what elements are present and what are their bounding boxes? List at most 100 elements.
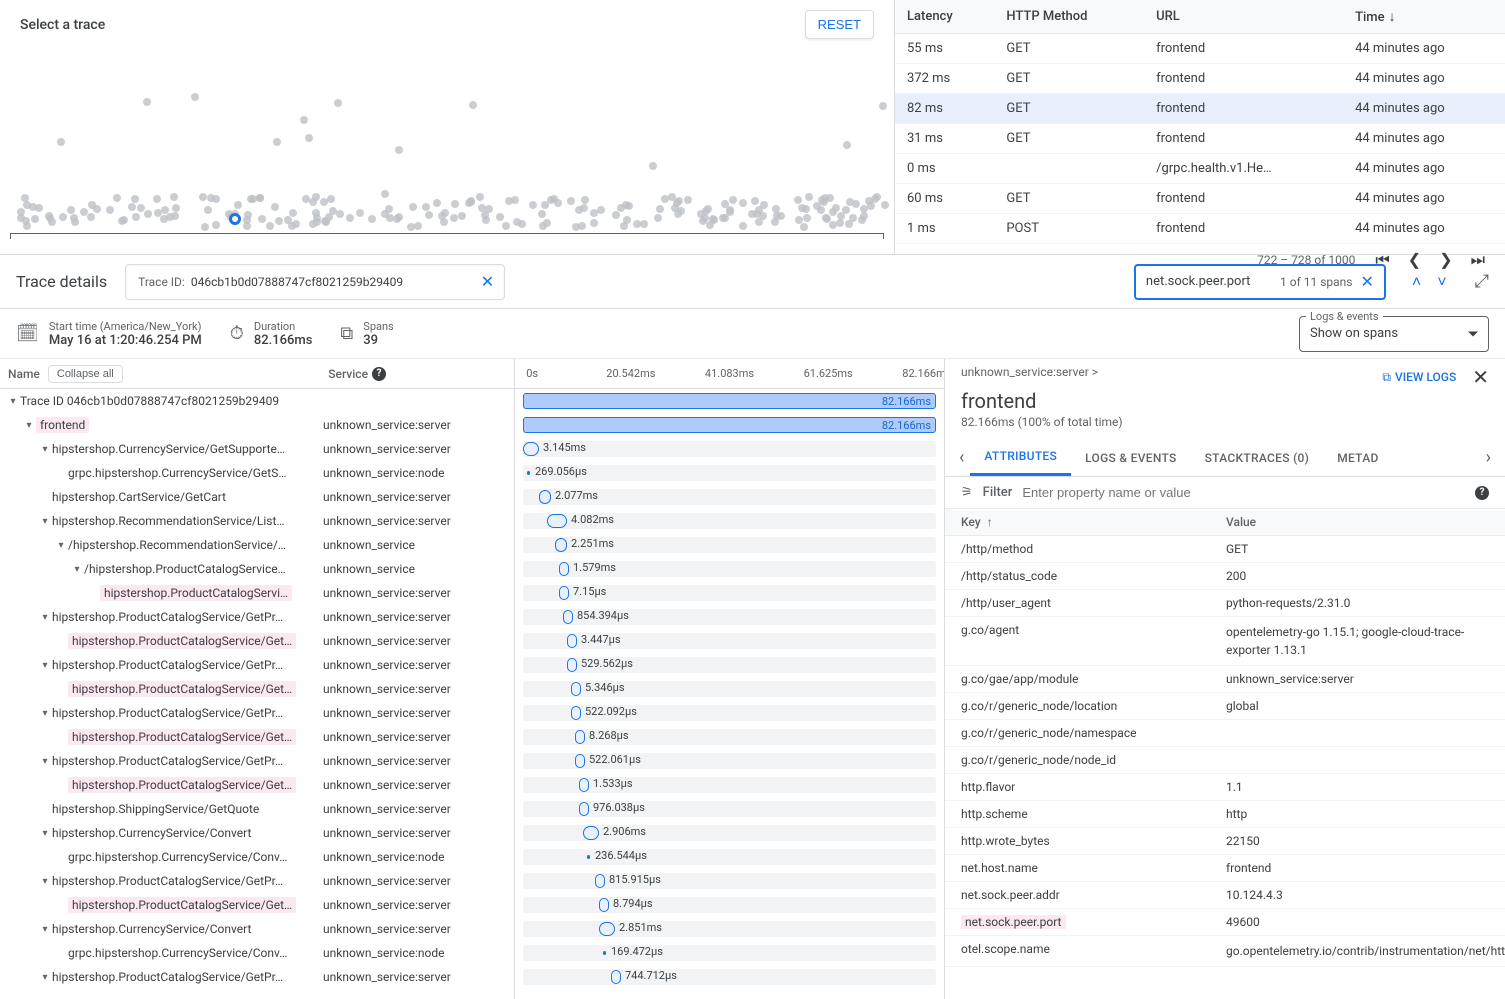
scatter-point[interactable]: [334, 99, 342, 107]
scatter-point[interactable]: [425, 211, 433, 219]
scatter-point[interactable]: [160, 215, 168, 223]
scatter-point[interactable]: [469, 101, 477, 109]
span-row[interactable]: ▾hipstershop.RecommendationService/List……: [0, 509, 514, 533]
scatter-point[interactable]: [234, 201, 242, 209]
scatter-point[interactable]: [881, 201, 889, 209]
waterfall-row[interactable]: 2.077ms: [515, 485, 944, 509]
scatter-point[interactable]: [132, 213, 140, 221]
col-method[interactable]: HTTP Method: [994, 0, 1144, 34]
scatter-point[interactable]: [458, 212, 466, 220]
waterfall-row[interactable]: 8.268µs: [515, 725, 944, 749]
scatter-point[interactable]: [541, 201, 549, 209]
span-row[interactable]: hipstershop.ProductCatalogService/Get…un…: [0, 629, 514, 653]
tabs-next-icon[interactable]: ›: [1480, 447, 1497, 468]
scatter-point[interactable]: [422, 203, 430, 211]
waterfall-row[interactable]: 82.166ms: [515, 413, 944, 437]
span-row[interactable]: hipstershop.ProductCatalogService/Get…un…: [0, 725, 514, 749]
span-row[interactable]: grpc.hipstershop.CurrencyService/Conv…un…: [0, 941, 514, 965]
scatter-point[interactable]: [204, 206, 212, 214]
span-row[interactable]: hipstershop.ProductCatalogService/Get…un…: [0, 773, 514, 797]
waterfall-row[interactable]: 522.092µs: [515, 701, 944, 725]
waterfall-row[interactable]: 976.038µs: [515, 797, 944, 821]
scatter-point[interactable]: [581, 196, 589, 204]
logs-events-select[interactable]: Logs & events Show on spans: [1299, 316, 1489, 352]
scatter-point[interactable]: [684, 196, 692, 204]
tab-stacktraces[interactable]: STACKTRACES (0): [1191, 441, 1324, 475]
scatter-point[interactable]: [266, 222, 274, 230]
scatter-point[interactable]: [368, 215, 376, 223]
scatter-point[interactable]: [465, 199, 473, 207]
scatter-point[interactable]: [381, 190, 389, 198]
scatter-point[interactable]: [751, 197, 759, 205]
span-row[interactable]: ▾hipstershop.ProductCatalogService/GetPr…: [0, 701, 514, 725]
table-row[interactable]: 31 msGETfrontend44 minutes ago: [895, 124, 1505, 154]
span-row[interactable]: hipstershop.ProductCatalogService/Get…un…: [0, 677, 514, 701]
scatter-point[interactable]: [346, 214, 354, 222]
trace-id-input[interactable]: Trace ID: 046cb1b0d07888747cf8021259b294…: [125, 264, 505, 300]
span-row[interactable]: hipstershop.ProductCatalogService/Get…un…: [0, 893, 514, 917]
scatter-point[interactable]: [320, 198, 328, 206]
expand-caret-icon[interactable]: ▾: [38, 612, 52, 623]
span-row[interactable]: ▾/hipstershop.RecommendationService/…unk…: [0, 533, 514, 557]
scatter-point[interactable]: [143, 98, 151, 106]
scatter-point[interactable]: [496, 213, 504, 221]
scatter-point[interactable]: [590, 219, 598, 227]
expand-caret-icon[interactable]: ▾: [38, 660, 52, 671]
view-logs-link[interactable]: ⧉VIEW LOGS: [1382, 370, 1456, 385]
span-row[interactable]: ▾hipstershop.CurrencyService/Convertunkn…: [0, 821, 514, 845]
scatter-point[interactable]: [739, 199, 747, 207]
scatter-point[interactable]: [805, 193, 813, 201]
clear-search-icon[interactable]: ✕: [1359, 272, 1376, 291]
scatter-point[interactable]: [843, 141, 851, 149]
scatter-point[interactable]: [395, 213, 403, 221]
span-row[interactable]: ▾hipstershop.ProductCatalogService/GetPr…: [0, 749, 514, 773]
waterfall-row[interactable]: 2.251ms: [515, 533, 944, 557]
scatter-point[interactable]: [93, 205, 101, 213]
waterfall-row[interactable]: 1.579ms: [515, 557, 944, 581]
waterfall-row[interactable]: 3.447µs: [515, 629, 944, 653]
scatter-point[interactable]: [153, 195, 161, 203]
scatter-point[interactable]: [70, 214, 78, 222]
filter-input[interactable]: [1022, 485, 1465, 500]
scatter-point[interactable]: [656, 205, 664, 213]
scatter-point[interactable]: [312, 193, 320, 201]
attribute-row[interactable]: net.host.namefrontend: [945, 855, 1505, 882]
scatter-point[interactable]: [57, 138, 65, 146]
scatter-point[interactable]: [502, 222, 510, 230]
scatter-point[interactable]: [201, 223, 209, 231]
scatter-point[interactable]: [199, 193, 207, 201]
scatter-point[interactable]: [612, 211, 620, 219]
scatter-point[interactable]: [407, 223, 415, 231]
attribute-row[interactable]: http.schemehttp: [945, 801, 1505, 828]
expand-caret-icon[interactable]: ▾: [38, 972, 52, 983]
kv-value-header[interactable]: Value: [1226, 515, 1256, 529]
scatter-point[interactable]: [794, 196, 802, 204]
span-row[interactable]: grpc.hipstershop.CurrencyService/GetS…un…: [0, 461, 514, 485]
expand-caret-icon[interactable]: ▾: [38, 756, 52, 767]
scatter-point[interactable]: [575, 206, 583, 214]
waterfall-row[interactable]: 4.082ms: [515, 509, 944, 533]
filter-help-icon[interactable]: ?: [1475, 486, 1489, 500]
scatter-point[interactable]: [172, 204, 180, 212]
scatter-point[interactable]: [518, 220, 526, 228]
waterfall-row[interactable]: 169.472µs: [515, 941, 944, 965]
scatter-point[interactable]: [336, 210, 344, 218]
scatter-point[interactable]: [170, 193, 178, 201]
scatter-point[interactable]: [243, 216, 251, 224]
col-time[interactable]: Time↓: [1343, 0, 1505, 34]
waterfall-row[interactable]: 7.15µs: [515, 581, 944, 605]
scatter-point[interactable]: [836, 219, 844, 227]
scatter-point[interactable]: [312, 209, 320, 217]
scatter-point[interactable]: [837, 212, 845, 220]
scatter-point[interactable]: [590, 209, 598, 217]
scatter-point[interactable]: [539, 222, 547, 230]
scatter-point[interactable]: [572, 223, 580, 231]
scatter-point[interactable]: [846, 198, 854, 206]
scatter-point[interactable]: [832, 204, 840, 212]
scatter-point[interactable]: [128, 203, 136, 211]
col-latency[interactable]: Latency: [895, 0, 994, 34]
scatter-point[interactable]: [550, 195, 558, 203]
attribute-row[interactable]: g.co/r/generic_node/namespace: [945, 720, 1505, 747]
scatter-point[interactable]: [273, 138, 281, 146]
table-row[interactable]: 372 msGETfrontend44 minutes ago: [895, 64, 1505, 94]
